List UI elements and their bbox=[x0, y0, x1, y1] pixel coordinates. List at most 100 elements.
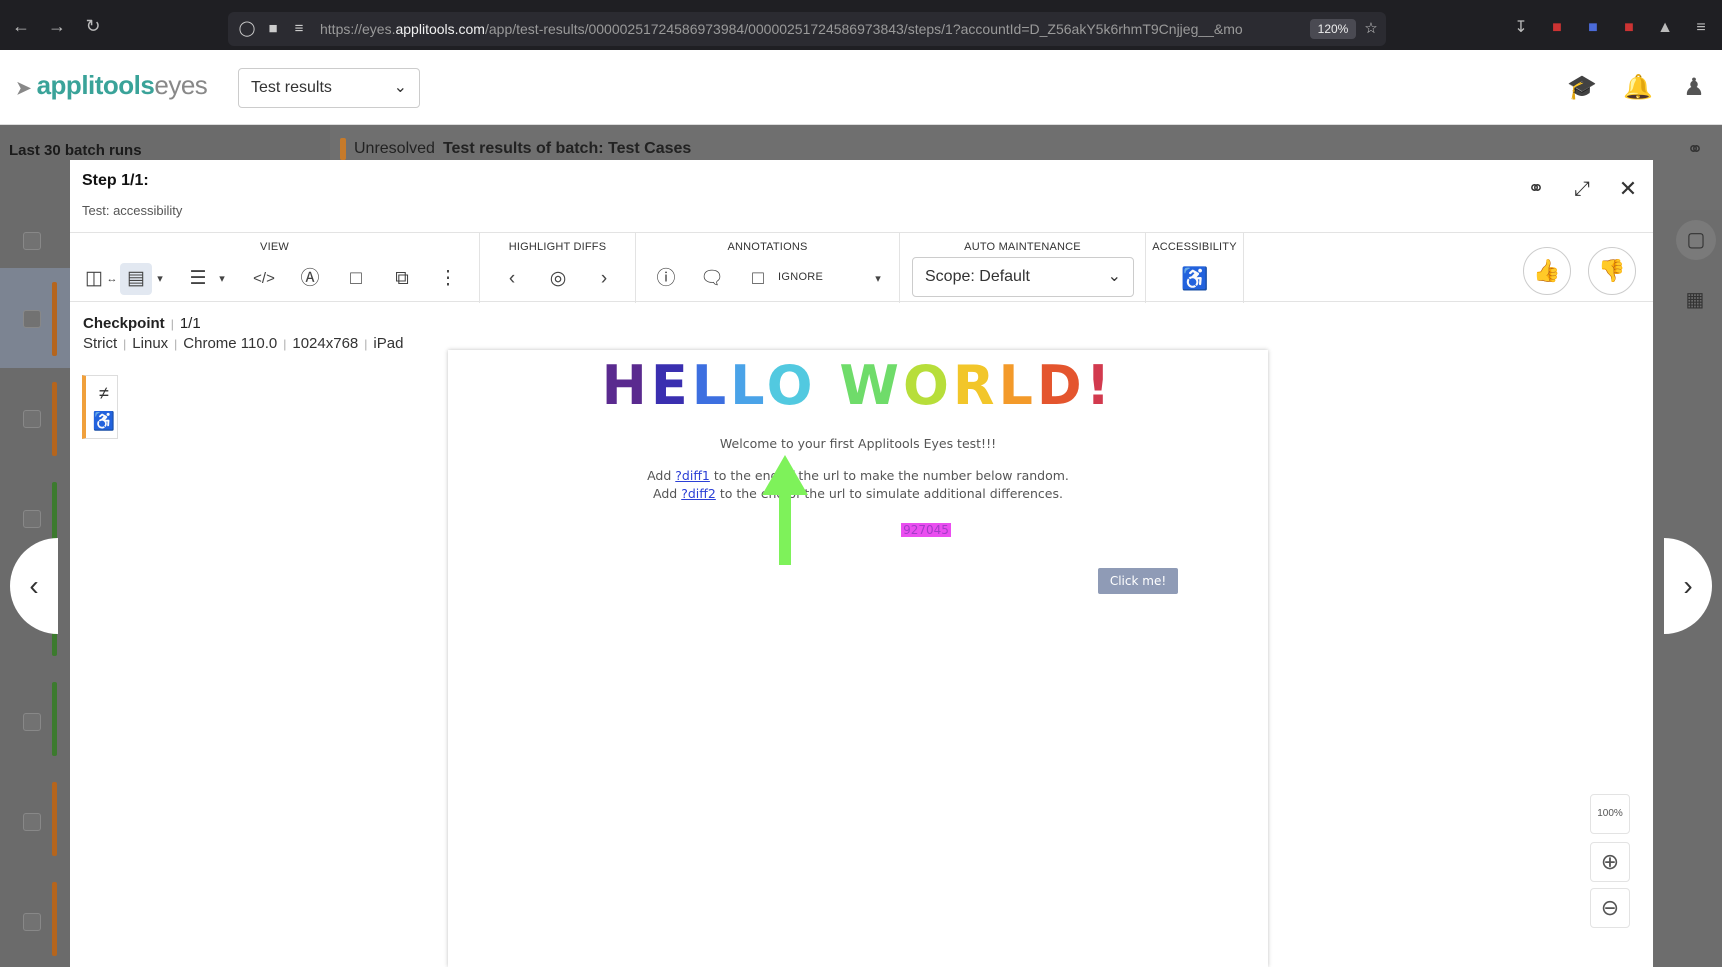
accept-thumbs-up-button[interactable]: 👍 bbox=[1523, 247, 1571, 295]
logo-suffix-text: eyes bbox=[154, 70, 208, 100]
instruction-prefix: Add bbox=[653, 486, 678, 501]
diff1-link[interactable]: ?diff1 bbox=[675, 468, 710, 483]
accessibility-group: ACCESSIBILITY ♿ bbox=[1146, 233, 1244, 303]
overlay-icon[interactable]: ⧉ bbox=[386, 263, 418, 295]
layers-dropdown-icon[interactable]: ▾ bbox=[214, 263, 230, 295]
menu-icon[interactable]: ≡ bbox=[1691, 18, 1711, 38]
issue-icon[interactable]: ⓘ bbox=[650, 263, 682, 295]
match-level: Strict bbox=[83, 335, 118, 352]
separator: | bbox=[283, 337, 287, 351]
os-name: Linux bbox=[132, 335, 169, 352]
click-me-button[interactable]: Click me! bbox=[1098, 568, 1178, 594]
shield-icon[interactable]: ◯ bbox=[238, 20, 256, 38]
arrow-shape bbox=[762, 455, 808, 565]
batch-checkbox[interactable] bbox=[23, 813, 41, 831]
heading-letter: E bbox=[650, 354, 692, 417]
heading-letter: ! bbox=[1085, 354, 1115, 417]
code-icon[interactable]: </> bbox=[248, 263, 280, 295]
auto-maintenance-group: AUTO MAINTENANCE Scope: Default ⌄ bbox=[900, 233, 1146, 303]
scope-dropdown[interactable]: Scope: Default ⌄ bbox=[912, 257, 1134, 297]
diff1-instruction: Add ?diff1 to the end of the url to make… bbox=[448, 468, 1268, 483]
browser-toolbar: ← → ↻ ◯ ■ ≡ https://eyes.applitools.com/… bbox=[0, 0, 1722, 50]
layers-icon[interactable]: ☰ bbox=[182, 263, 214, 295]
download-icon[interactable]: ↧ bbox=[1511, 18, 1531, 38]
bookmark-star-icon[interactable]: ☆ bbox=[1362, 20, 1380, 38]
checkpoint-label: Checkpoint bbox=[83, 315, 165, 332]
user-settings-icon[interactable]: ♟ bbox=[1678, 72, 1710, 104]
extension-record-icon[interactable]: ■ bbox=[1619, 18, 1639, 38]
extension-video-icon[interactable]: ■ bbox=[1583, 18, 1603, 38]
not-equal-icon[interactable]: ≠ bbox=[92, 380, 116, 406]
zoom-badge[interactable]: 120% bbox=[1310, 19, 1356, 39]
heading-letter: L bbox=[998, 354, 1037, 417]
extensions-puzzle-icon[interactable]: ▲ bbox=[1655, 18, 1675, 38]
share-icon[interactable]: ⚭ bbox=[1680, 135, 1710, 165]
accessibility-label: ACCESSIBILITY bbox=[1152, 241, 1237, 253]
highlight-diffs-icon[interactable]: ◎ bbox=[542, 263, 574, 295]
extension-badge-icon[interactable]: ■ bbox=[1547, 18, 1567, 38]
browser-name: Chrome 110.0 bbox=[183, 335, 278, 352]
annotations-group: ANNOTATIONS ⓘ 🗨 □ IGNORE ▾ bbox=[636, 233, 900, 303]
results-dropdown[interactable]: Test results ⌄ bbox=[238, 68, 420, 108]
app-header: ➤ applitoolseyes Test results ⌄ 🎓 🔔 ♟ bbox=[0, 50, 1722, 125]
batch-checkbox[interactable] bbox=[23, 510, 41, 528]
previous-diff-icon[interactable]: ‹ bbox=[496, 263, 528, 295]
grid-settings-icon[interactable]: ▦ bbox=[1680, 285, 1710, 315]
forward-icon[interactable]: → bbox=[46, 15, 68, 37]
save-icon[interactable]: ▢ bbox=[1676, 220, 1716, 260]
bell-icon[interactable]: 🔔 bbox=[1622, 72, 1654, 104]
random-number-diff-highlight[interactable]: 927045 bbox=[901, 523, 951, 537]
share-icon[interactable]: ⚭ bbox=[1522, 175, 1550, 203]
annotation-pointer-arrow-icon bbox=[762, 455, 808, 565]
heading-letter bbox=[817, 354, 840, 417]
accessibility-icon[interactable]: ♿ bbox=[1179, 263, 1211, 295]
highlight-diffs-label: HIGHLIGHT DIFFS bbox=[508, 241, 607, 253]
url-text[interactable]: https://eyes.applitools.com/app/test-res… bbox=[320, 21, 1290, 37]
step-modal: Step 1/1: Test: accessibility ⚭ ⤢ ✕ VIEW… bbox=[70, 160, 1653, 967]
annotations-label: ANNOTATIONS bbox=[727, 241, 808, 253]
graduation-cap-icon[interactable]: 🎓 bbox=[1566, 72, 1598, 104]
next-diff-icon[interactable]: › bbox=[588, 263, 620, 295]
separator: | bbox=[123, 337, 127, 351]
checkpoint-screenshot[interactable]: HELLO WORLD! Welcome to your first Appli… bbox=[448, 350, 1268, 967]
more-options-icon[interactable]: ⋮ bbox=[432, 263, 464, 295]
zoom-in-icon[interactable]: ⊕ bbox=[1590, 842, 1630, 882]
auto-maintenance-label: AUTO MAINTENANCE bbox=[964, 241, 1081, 253]
site-settings-icon[interactable]: ≡ bbox=[290, 20, 308, 38]
diff2-link[interactable]: ?diff2 bbox=[681, 486, 716, 501]
comment-icon[interactable]: 🗨 bbox=[696, 263, 728, 295]
view-dropdown-icon[interactable]: ▾ bbox=[152, 263, 168, 295]
zoom-fit-button[interactable]: 100% bbox=[1590, 794, 1630, 834]
batch-header: Unresolved Test results of batch: Test Ca… bbox=[354, 140, 691, 158]
lock-icon[interactable]: ■ bbox=[264, 20, 282, 38]
close-icon[interactable]: ✕ bbox=[1614, 175, 1642, 203]
batch-checkbox[interactable] bbox=[23, 713, 41, 731]
heading-letter: W bbox=[839, 354, 903, 417]
applitools-logo[interactable]: ➤ applitoolseyes bbox=[16, 70, 208, 101]
ab-compare-icon[interactable]: Ⓐ bbox=[294, 263, 326, 295]
single-view-icon[interactable]: ▤ bbox=[120, 263, 152, 295]
reject-thumbs-down-button[interactable]: 👎 bbox=[1588, 247, 1636, 295]
chevron-down-icon: ⌄ bbox=[1107, 268, 1121, 285]
zoom-out-icon[interactable]: ⊖ bbox=[1590, 888, 1630, 928]
url-path: /app/test-results/00000251724586973984/0… bbox=[484, 21, 1243, 37]
expand-icon[interactable]: ⤢ bbox=[1568, 175, 1596, 203]
ignore-label[interactable]: IGNORE bbox=[778, 271, 823, 283]
back-icon[interactable]: ← bbox=[10, 15, 32, 37]
reload-icon[interactable]: ↻ bbox=[82, 15, 104, 37]
accessibility-off-icon[interactable]: ♿ bbox=[92, 408, 116, 434]
crop-icon[interactable]: □ bbox=[340, 263, 372, 295]
view-group: VIEW ◫ ↔ ▤ ▾ ☰ ▾ </> Ⓐ □ ⧉ ⋮ bbox=[70, 233, 480, 303]
batch-checkbox[interactable] bbox=[23, 232, 41, 250]
swap-arrows-icon[interactable]: ↔ bbox=[104, 263, 120, 295]
url-prefix: https://eyes. bbox=[320, 21, 396, 37]
batch-checkbox[interactable] bbox=[23, 410, 41, 428]
batch-checkbox[interactable] bbox=[23, 913, 41, 931]
batch-status-stripe bbox=[52, 882, 57, 956]
viewport-size: 1024x768 bbox=[292, 335, 359, 352]
ignore-region-icon[interactable]: □ bbox=[742, 263, 774, 295]
address-bar[interactable]: ◯ ■ ≡ https://eyes.applitools.com/app/te… bbox=[228, 12, 1386, 46]
annotation-type-dropdown-icon[interactable]: ▾ bbox=[862, 263, 894, 295]
sidebar-title: Last 30 batch runs bbox=[9, 142, 142, 159]
batch-checkbox[interactable] bbox=[23, 310, 41, 328]
